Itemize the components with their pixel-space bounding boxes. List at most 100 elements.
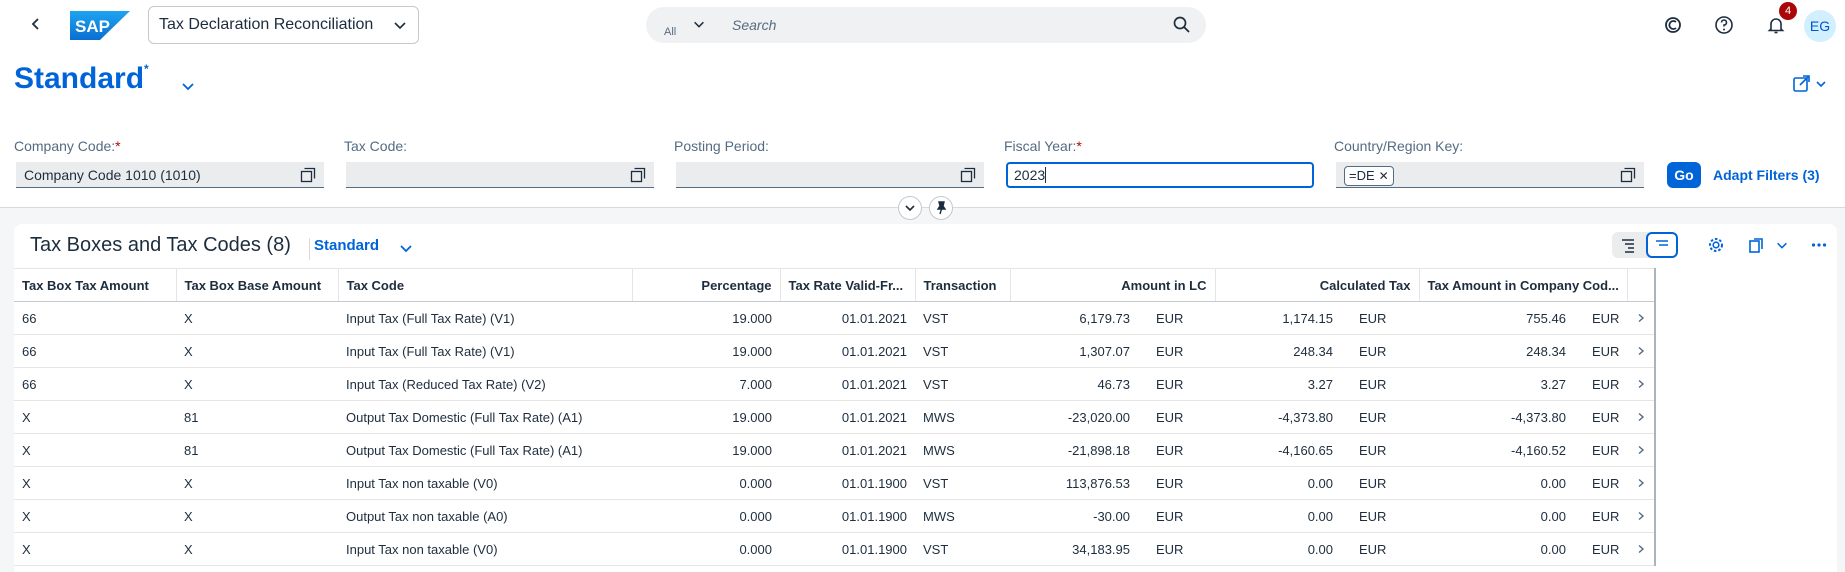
pin-icon: [936, 201, 947, 215]
country-region-input[interactable]: =DE ✕: [1336, 162, 1644, 188]
tax-code-input[interactable]: [346, 162, 654, 188]
column-header[interactable]: Tax Code: [338, 268, 633, 302]
valid-from-cell: 01.01.1900: [780, 466, 915, 500]
currency-cell: EUR: [1341, 433, 1419, 467]
export-button[interactable]: [1740, 232, 1772, 258]
table-row[interactable]: X X Output Tax non taxable (A0) 0.000 01.01.…: [14, 499, 1657, 533]
tax-boxes-table: Tax Box Tax Amount Tax Box Base Amount T…: [14, 268, 1657, 566]
row-navigation[interactable]: [1627, 334, 1657, 368]
list-view-button[interactable]: [1646, 232, 1678, 258]
chevron-right-icon: [1638, 478, 1644, 487]
table-row[interactable]: X X Input Tax non taxable (V0) 0.000 01.01.1…: [14, 466, 1657, 500]
column-header[interactable]: Tax Box Tax Amount: [14, 268, 177, 302]
tax-box-base-amount-cell: X: [176, 466, 338, 500]
row-navigation[interactable]: [1627, 367, 1657, 401]
amount-lc-cell: 34,183.95: [1010, 532, 1138, 566]
sap-logo[interactable]: SAP: [70, 11, 130, 40]
share-button[interactable]: [1792, 72, 1832, 96]
app-title-menu[interactable]: Tax Declaration Reconciliation: [148, 6, 419, 44]
value-help-icon[interactable]: [630, 167, 646, 183]
row-navigation[interactable]: [1627, 301, 1657, 335]
chevron-right-icon: [1638, 379, 1644, 388]
tax-code-cell: Output Tax Domestic (Full Tax Rate) (A1): [338, 400, 632, 434]
help-icon[interactable]: [1713, 14, 1735, 36]
tax-box-base-amount-cell: X: [176, 334, 338, 368]
search-scope[interactable]: All: [664, 26, 676, 38]
collapse-header-button[interactable]: [898, 196, 922, 220]
column-header[interactable]: Amount in LC: [1010, 268, 1216, 302]
company-code-tax-amount-cell: 3.27: [1419, 367, 1574, 401]
search-input[interactable]: Search: [732, 17, 776, 33]
chevron-right-icon: [1638, 412, 1644, 421]
tax-box-tax-amount-cell: 66: [14, 301, 176, 335]
value-help-icon[interactable]: [960, 167, 976, 183]
variant-title[interactable]: Standard*: [14, 62, 149, 96]
table-row[interactable]: 66 X Input Tax (Full Tax Rate) (V1) 19.000 0…: [14, 301, 1657, 335]
search-bar[interactable]: All Search: [646, 7, 1206, 43]
column-header[interactable]: Percentage: [632, 268, 781, 302]
tax-code-cell: Output Tax non taxable (A0): [338, 499, 632, 533]
valid-from-cell: 01.01.2021: [780, 334, 915, 368]
row-navigation[interactable]: [1627, 433, 1657, 467]
pin-header-button[interactable]: [929, 196, 953, 220]
table-variant-name[interactable]: Standard: [314, 237, 379, 254]
back-button[interactable]: [24, 12, 48, 36]
row-navigation[interactable]: [1627, 466, 1657, 500]
tax-box-tax-amount-cell: X: [14, 499, 176, 533]
joule-icon[interactable]: [1662, 14, 1684, 36]
required-marker: *: [1076, 138, 1082, 154]
column-header[interactable]: Calculated Tax: [1215, 268, 1420, 302]
row-navigation[interactable]: [1627, 499, 1657, 533]
row-navigation[interactable]: [1627, 532, 1657, 566]
table-row[interactable]: 66 X Input Tax (Full Tax Rate) (V1) 19.000 0…: [14, 334, 1657, 368]
table-row[interactable]: X X Input Tax non taxable (V0) 0.000 01.01.1…: [14, 532, 1657, 566]
percentage-cell: 0.000: [632, 466, 780, 500]
posting-period-input[interactable]: [676, 162, 984, 188]
chevron-down-icon[interactable]: [180, 78, 196, 94]
chevron-down-icon: [394, 22, 406, 30]
row-navigation[interactable]: [1627, 400, 1657, 434]
value-help-icon[interactable]: [300, 167, 316, 183]
column-header[interactable]: Tax Rate Valid-Fr...: [780, 268, 916, 302]
valid-from-cell: 01.01.1900: [780, 499, 915, 533]
export-menu-button[interactable]: [1772, 232, 1792, 258]
amount-lc-cell: -23,020.00: [1010, 400, 1138, 434]
calculated-tax-cell: 1,174.15: [1215, 301, 1341, 335]
table-row[interactable]: 66 X Input Tax (Reduced Tax Rate) (V2) 7.00…: [14, 367, 1657, 401]
tax-box-tax-amount-cell: X: [14, 532, 176, 566]
tax-box-tax-amount-cell: 66: [14, 367, 176, 401]
avatar[interactable]: EG: [1804, 10, 1836, 42]
table-row[interactable]: X 81 Output Tax Domestic (Full Tax Rate) (…: [14, 400, 1657, 434]
valid-from-cell: 01.01.2021: [780, 400, 915, 434]
chevron-down-icon[interactable]: [398, 240, 414, 256]
valid-from-cell: 01.01.2021: [780, 367, 915, 401]
column-header[interactable]: Transaction: [915, 268, 1011, 302]
tree-view-button[interactable]: [1612, 232, 1644, 258]
company-code-input[interactable]: Company Code 1010 (1010): [16, 162, 324, 188]
calculated-tax-cell: 0.00: [1215, 532, 1341, 566]
table-row[interactable]: X 81 Output Tax Domestic (Full Tax Rate) (…: [14, 433, 1657, 467]
column-header-nav: [1627, 268, 1657, 302]
tax-box-base-amount-cell: 81: [176, 433, 338, 467]
column-header[interactable]: Tax Box Base Amount: [176, 268, 339, 302]
filter-tax-code: Tax Code:: [344, 138, 654, 188]
calculated-tax-cell: 248.34: [1215, 334, 1341, 368]
svg-text:SAP: SAP: [75, 17, 110, 36]
filter-label: Company Code:: [14, 138, 116, 154]
chevron-left-icon: [31, 18, 39, 30]
fiscal-year-value: 2023: [1014, 167, 1046, 183]
fiscal-year-input[interactable]: 2023: [1006, 162, 1314, 188]
search-icon[interactable]: [1172, 15, 1192, 35]
remove-token-icon[interactable]: ✕: [1379, 169, 1389, 183]
country-token[interactable]: =DE ✕: [1344, 165, 1394, 186]
go-button[interactable]: Go: [1667, 162, 1701, 188]
variant-modified-marker: *: [144, 62, 149, 76]
currency-cell: EUR: [1138, 499, 1215, 533]
chevron-down-icon[interactable]: [692, 17, 706, 31]
adapt-filters-link[interactable]: Adapt Filters (3): [1713, 167, 1820, 183]
value-help-icon[interactable]: [1620, 167, 1636, 183]
company-code-tax-amount-cell: 248.34: [1419, 334, 1574, 368]
column-header[interactable]: Tax Amount in Company Cod...: [1419, 268, 1628, 302]
settings-button[interactable]: [1700, 232, 1732, 258]
more-options-button[interactable]: [1807, 232, 1831, 258]
